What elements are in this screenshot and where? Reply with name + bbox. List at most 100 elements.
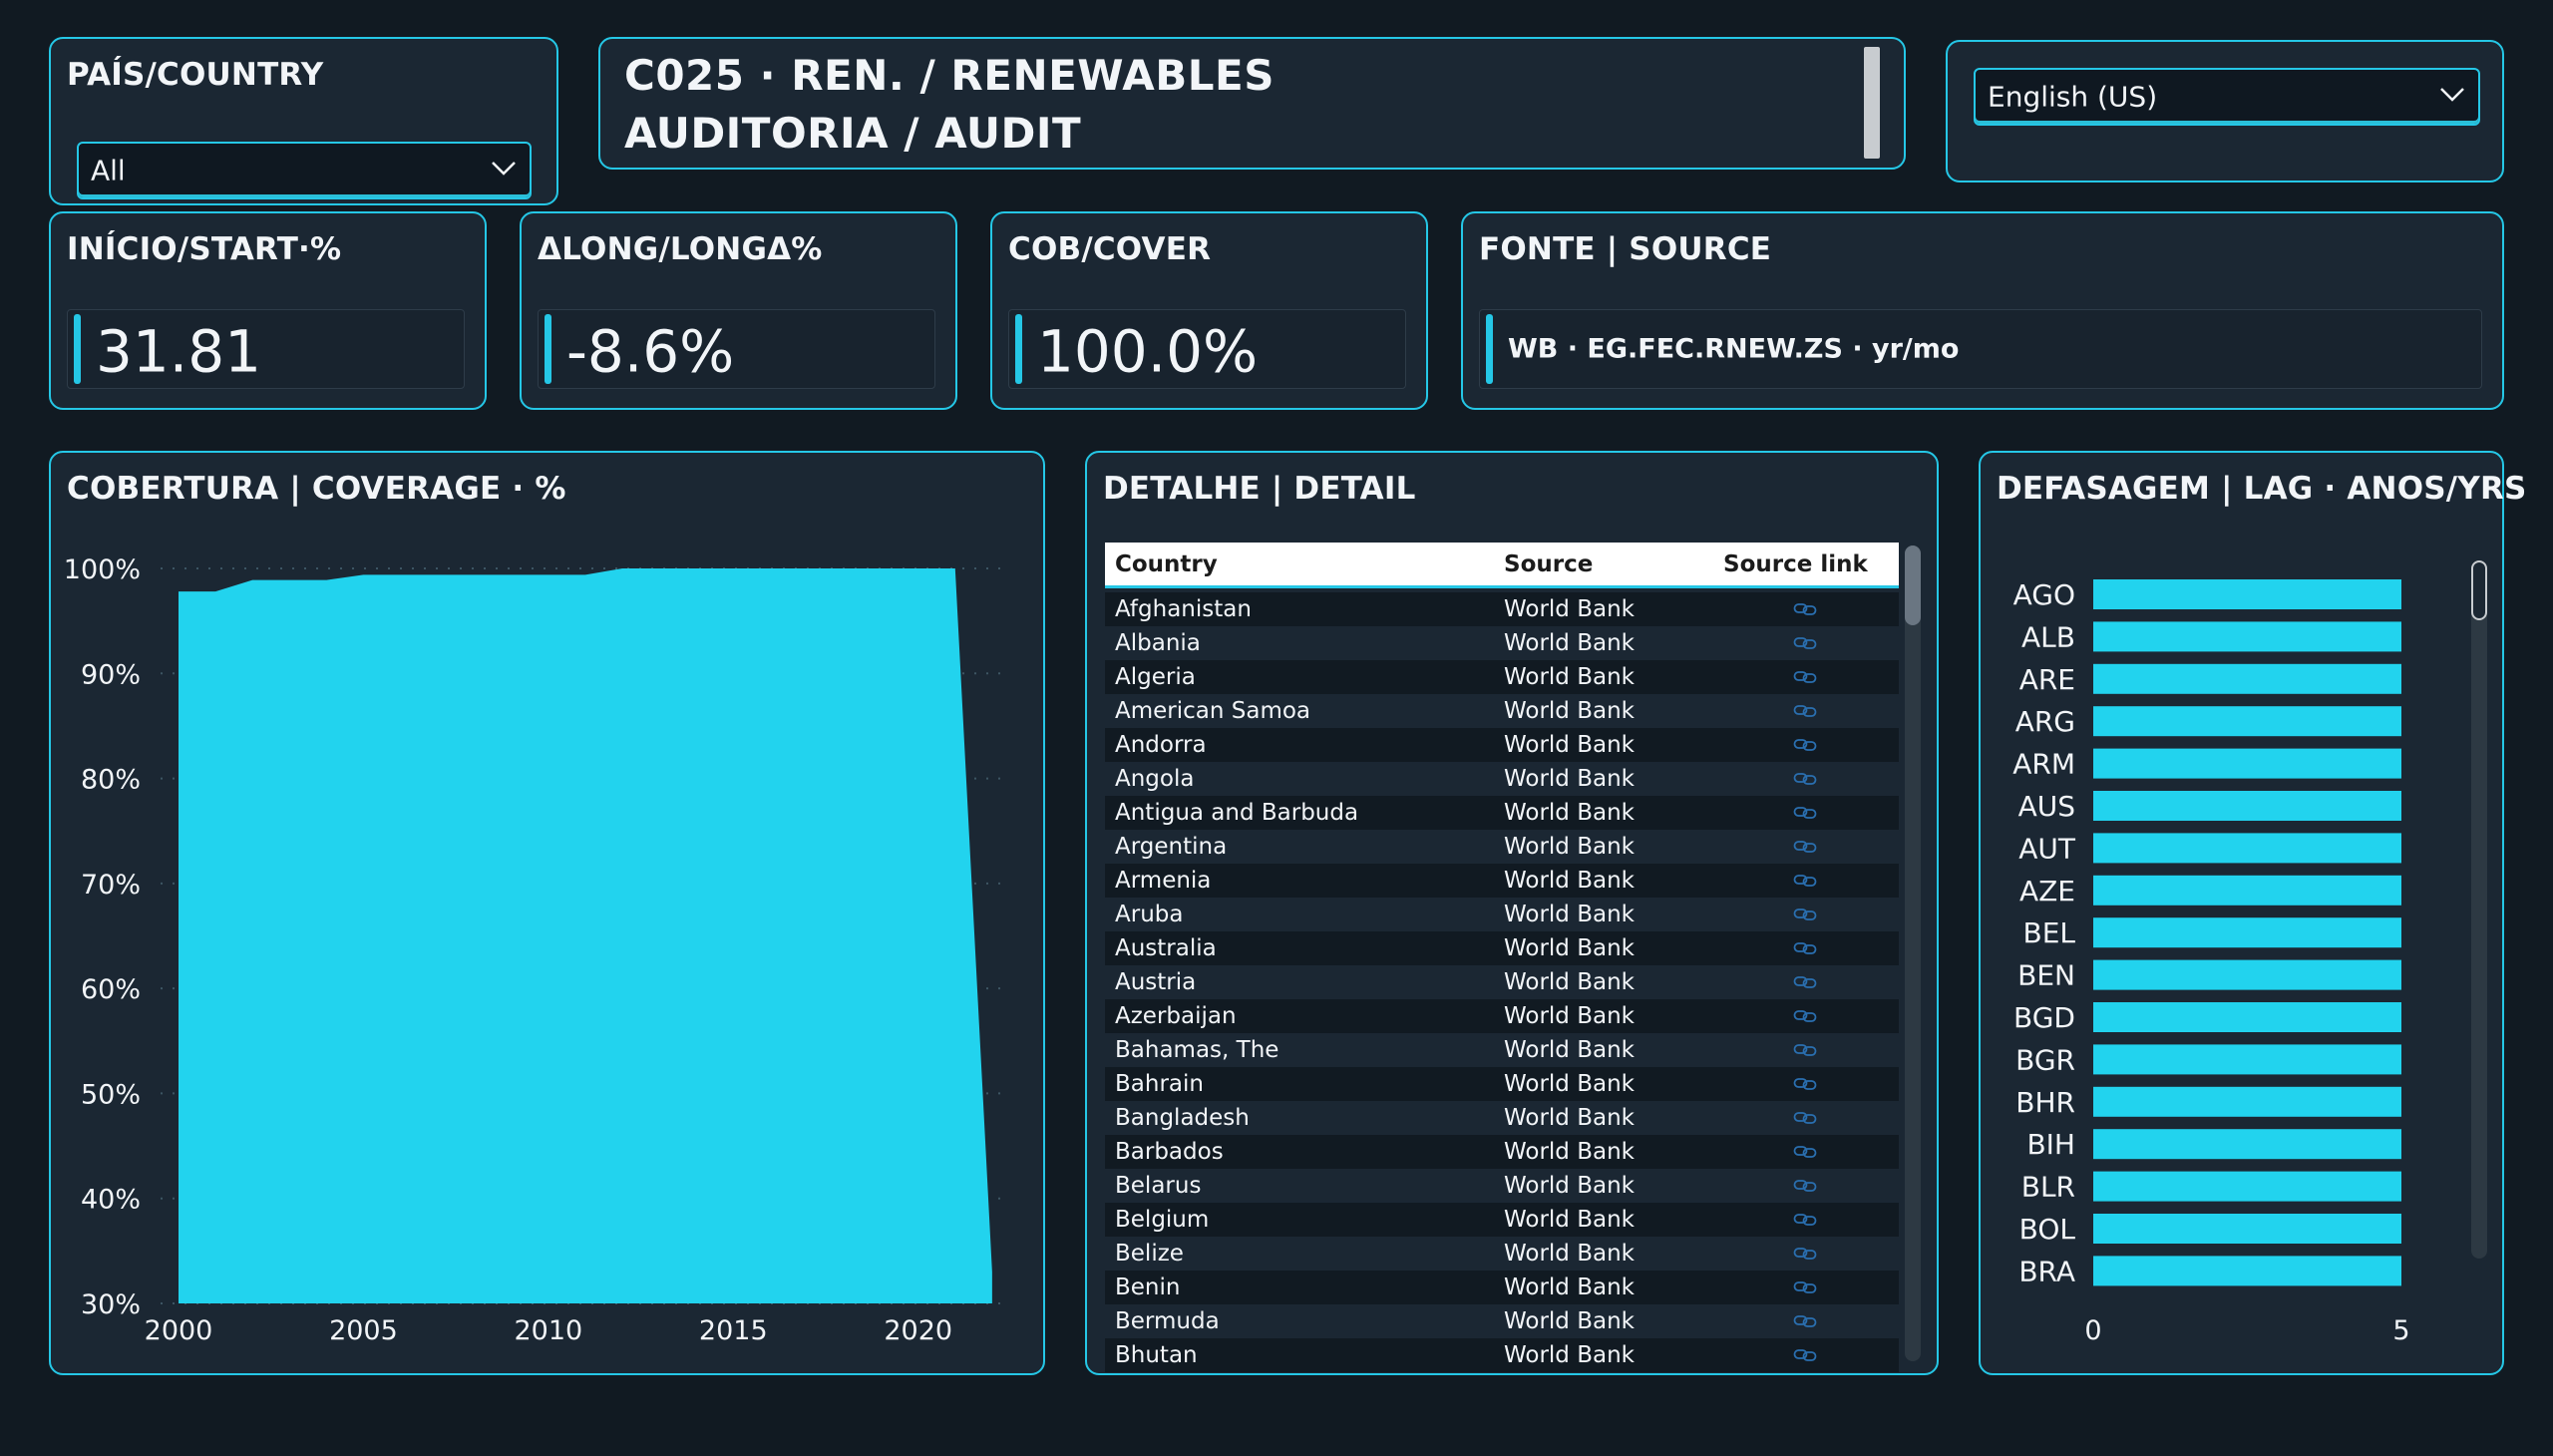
category-label: BOL (2019, 1213, 2076, 1246)
link-icon[interactable] (1793, 738, 1817, 752)
cell-country: Belarus (1115, 1173, 1202, 1199)
link-icon[interactable] (1793, 1077, 1817, 1091)
table-row[interactable]: Argentina World Bank (1105, 830, 1899, 864)
link-icon[interactable] (1793, 975, 1817, 989)
table-row[interactable]: Bermuda World Bank (1105, 1304, 1899, 1338)
country-filter-card: PAÍS/COUNTRY All (49, 37, 558, 205)
category-label: BEN (2017, 959, 2075, 992)
category-label: BGD (2013, 1001, 2075, 1034)
cell-country: Armenia (1115, 868, 1212, 894)
table-body: Afghanistan World Bank Albania World Bank Al… (1105, 592, 1899, 1372)
link-icon[interactable] (1793, 908, 1817, 921)
table-row[interactable]: Bahrain World Bank (1105, 1067, 1899, 1101)
detail-table-card: DETALHE | DETAIL Country Source Source l… (1085, 451, 1939, 1375)
link-icon[interactable] (1793, 806, 1817, 820)
kpi-cover-label: COB/COVER (1008, 231, 1212, 267)
coverage-chart-card: COBERTURA | COVERAGE · % 100% 90% 80% 70% 60… (49, 451, 1045, 1375)
chevron-down-icon (2440, 88, 2464, 102)
coverage-chart: 100% 90% 80% 70% 60% 50% 40% 30%2000 2005 2010 201… (64, 554, 1008, 1346)
cell-source: World Bank (1504, 630, 1635, 656)
table-row[interactable]: Angola World Bank (1105, 762, 1899, 796)
cell-country: Azerbaijan (1115, 1003, 1237, 1029)
language-dropdown[interactable]: English (US) (1974, 68, 2480, 126)
y-tick-label: 90% (81, 659, 141, 690)
column-header-country[interactable]: Country (1115, 551, 1218, 577)
kpi-delta-label: ΔLONG/LONGΔ% (538, 231, 823, 267)
category-label: AGO (2013, 578, 2075, 611)
column-header-source-link[interactable]: Source link (1723, 551, 1868, 577)
lag-chart-scrollbar-thumb[interactable] (2471, 560, 2487, 620)
kpi-start-label: INÍCIO/START·% (67, 231, 342, 267)
cell-source: World Bank (1504, 1274, 1635, 1300)
cell-country: Benin (1115, 1274, 1181, 1300)
kpi-source-value: WB · EG.FEC.RNEW.ZS · yr/mo (1508, 333, 1960, 365)
kpi-start-box: 31.81 (67, 309, 465, 389)
cell-source: World Bank (1504, 596, 1635, 622)
cell-source: World Bank (1504, 698, 1635, 724)
link-icon[interactable] (1793, 941, 1817, 955)
table-row[interactable]: Austria World Bank (1105, 965, 1899, 999)
link-icon[interactable] (1793, 636, 1817, 650)
link-icon[interactable] (1793, 1348, 1817, 1362)
table-row[interactable]: Belarus World Bank (1105, 1169, 1899, 1203)
bar (2093, 833, 2401, 864)
table-row[interactable]: Australia World Bank (1105, 931, 1899, 965)
link-icon[interactable] (1793, 840, 1817, 854)
bar (2093, 663, 2401, 694)
detail-table-title: DETALHE | DETAIL (1103, 471, 1416, 507)
cell-country: Bermuda (1115, 1308, 1220, 1334)
table-row[interactable]: Belize World Bank (1105, 1237, 1899, 1271)
link-icon[interactable] (1793, 874, 1817, 888)
table-row[interactable]: Bahamas, The World Bank (1105, 1033, 1899, 1067)
table-row[interactable]: Barbados World Bank (1105, 1135, 1899, 1169)
link-icon[interactable] (1793, 704, 1817, 718)
cell-source: World Bank (1504, 1105, 1635, 1131)
column-header-source[interactable]: Source (1504, 551, 1593, 577)
table-row[interactable]: Bangladesh World Bank (1105, 1101, 1899, 1135)
table-scrollbar-thumb[interactable] (1905, 546, 1921, 625)
link-icon[interactable] (1793, 772, 1817, 786)
coverage-area (179, 568, 992, 1303)
table-row[interactable]: Armenia World Bank (1105, 864, 1899, 898)
table-row[interactable]: Azerbaijan World Bank (1105, 999, 1899, 1033)
table-row[interactable]: Aruba World Bank (1105, 898, 1899, 931)
table-row[interactable]: Belgium World Bank (1105, 1203, 1899, 1237)
table-row[interactable]: Albania World Bank (1105, 626, 1899, 660)
table-row[interactable]: Afghanistan World Bank (1105, 592, 1899, 626)
country-dropdown[interactable]: All (77, 142, 532, 199)
table-scrollbar[interactable] (1905, 546, 1921, 1361)
lag-chart: AGO ALB ARE ARG ARM AUS AUT AZE BEL BEN BGD BGR BHR B… (2012, 578, 2409, 1346)
link-icon[interactable] (1793, 1213, 1817, 1227)
link-icon[interactable] (1793, 1280, 1817, 1294)
link-icon[interactable] (1793, 1111, 1817, 1125)
x-tick-label: 0 (2084, 1315, 2101, 1346)
kpi-accent-bar (74, 314, 81, 384)
cell-country: Angola (1115, 766, 1195, 792)
lag-chart-scrollbar[interactable] (2471, 560, 2487, 1259)
bar (2093, 1214, 2401, 1244)
table-row[interactable]: American Samoa World Bank (1105, 694, 1899, 728)
x-tick-label: 2020 (884, 1315, 952, 1346)
link-icon[interactable] (1793, 1145, 1817, 1159)
category-label: ARM (2012, 748, 2075, 781)
bar (2093, 875, 2401, 906)
link-icon[interactable] (1793, 1314, 1817, 1328)
link-icon[interactable] (1793, 1179, 1817, 1193)
bar (2093, 706, 2401, 737)
link-icon[interactable] (1793, 1247, 1817, 1261)
cell-country: Argentina (1115, 834, 1228, 860)
link-icon[interactable] (1793, 1043, 1817, 1057)
link-icon[interactable] (1793, 670, 1817, 684)
category-label: ARE (2019, 663, 2075, 696)
table-row[interactable]: Andorra World Bank (1105, 728, 1899, 762)
table-row[interactable]: Algeria World Bank (1105, 660, 1899, 694)
language-card: English (US) (1946, 40, 2504, 182)
cell-source: World Bank (1504, 1071, 1635, 1097)
table-row[interactable]: Antigua and Barbuda World Bank (1105, 796, 1899, 830)
link-icon[interactable] (1793, 1009, 1817, 1023)
kpi-source-card: FONTE | SOURCE WB · EG.FEC.RNEW.ZS · yr/… (1461, 211, 2504, 410)
table-row[interactable]: Bhutan World Bank (1105, 1338, 1899, 1372)
header-scrollbar[interactable] (1864, 47, 1880, 159)
link-icon[interactable] (1793, 602, 1817, 616)
table-row[interactable]: Benin World Bank (1105, 1271, 1899, 1304)
